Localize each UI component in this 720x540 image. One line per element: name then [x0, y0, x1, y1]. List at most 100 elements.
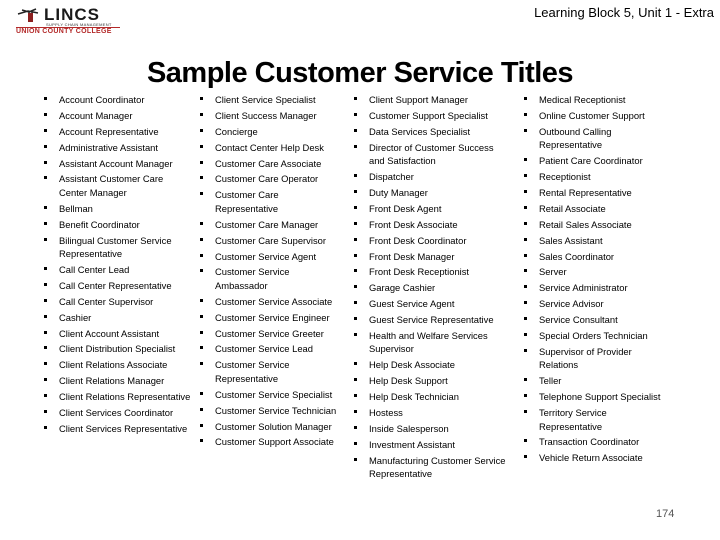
bullet-icon: [200, 407, 203, 411]
bullet-icon: [524, 410, 527, 414]
job-title: Online Customer Support: [539, 109, 645, 121]
list-item: Bellman: [42, 202, 192, 216]
job-title: Transaction Coordinator: [539, 436, 640, 448]
job-title: Server: [539, 266, 567, 278]
bullet-icon: [44, 160, 47, 164]
job-title: Front Desk Associate: [369, 218, 458, 230]
list-item: Customer Service Associate: [198, 295, 343, 309]
list-item: Customer Care Manager: [198, 218, 343, 232]
list-item: Help Desk Technician: [352, 390, 507, 404]
job-title: Customer Service Technician: [215, 404, 337, 416]
title-column-3: Client Support Manager Customer Support S…: [352, 93, 507, 483]
job-title: Service Advisor: [539, 298, 604, 310]
job-title: Special Orders Technician: [539, 329, 648, 341]
list-item: Investment Assistant: [352, 438, 507, 452]
page-number: 174: [656, 508, 675, 520]
bullet-icon: [200, 269, 203, 273]
job-title: Customer Solution Manager: [215, 420, 332, 432]
bullet-icon: [524, 205, 527, 209]
list-item: Special Orders Technician: [522, 329, 662, 343]
job-title: Director of Customer Success and Satisfa…: [369, 141, 494, 167]
job-title: Customer Service Representative: [215, 359, 290, 384]
bullet-icon: [200, 144, 203, 148]
job-title: Guest Service Agent: [369, 298, 455, 310]
job-title: Client Service Specialist: [215, 94, 316, 105]
bullet-icon: [524, 221, 527, 225]
bullet-icon: [44, 378, 47, 382]
bullet-icon: [44, 205, 47, 209]
list-item: Customer Service Greeter: [198, 327, 343, 341]
bullet-icon: [44, 425, 47, 429]
list-item: Call Center Supervisor: [42, 295, 192, 309]
job-title: Client Services Representative: [59, 422, 188, 434]
job-title: Contact Center Help Desk: [215, 141, 324, 153]
list-item: Cashier: [42, 311, 192, 325]
job-title: Client Distribution Specialist: [59, 343, 176, 355]
bullet-icon: [524, 253, 527, 257]
bullet-icon: [354, 378, 357, 382]
job-title: Client Support Manager: [369, 94, 469, 105]
list-item: Outbound Calling Representative: [522, 125, 662, 152]
list-item: Front Desk Associate: [352, 218, 507, 232]
bullet-icon: [524, 97, 527, 100]
job-title: Call Center Representative: [59, 279, 172, 291]
bullet-icon: [524, 269, 527, 273]
job-title: Retail Sales Associate: [539, 218, 632, 230]
job-title: Customer Care Associate: [215, 157, 322, 169]
job-title: Telephone Support Specialist: [539, 391, 661, 403]
bullet-icon: [524, 189, 527, 193]
bullet-icon: [354, 441, 357, 445]
bullet-icon: [44, 330, 47, 334]
list-item: Account Manager: [42, 109, 192, 123]
job-title: Client Services Coordinator: [59, 407, 174, 419]
bullet-icon: [354, 144, 357, 148]
job-title: Account Manager: [59, 109, 133, 121]
list-item: Territory Service Representative: [522, 406, 662, 433]
bullet-icon: [44, 282, 47, 286]
job-title: Data Services Specialist: [369, 125, 471, 137]
bullet-icon: [524, 128, 527, 132]
bullet-icon: [524, 394, 527, 398]
list-item: Client Account Assistant: [42, 327, 192, 341]
list-item: Front Desk Agent: [352, 202, 507, 216]
list-item: Hostess: [352, 406, 507, 420]
job-title: Customer Service Ambassador: [215, 266, 290, 291]
bullet-icon: [524, 285, 527, 289]
job-title: Customer Service Specialist: [215, 388, 333, 400]
bullet-icon: [354, 425, 357, 429]
bullet-icon: [524, 455, 527, 459]
list-item: Customer Care Supervisor: [198, 234, 343, 248]
job-title: Sales Coordinator: [539, 250, 615, 262]
list-item: Customer Support Associate: [198, 435, 343, 449]
bullet-icon: [354, 362, 357, 366]
bullet-icon: [524, 158, 527, 162]
list-item: Dispatcher: [352, 170, 507, 184]
bullet-icon: [524, 439, 527, 443]
bullet-icon: [354, 174, 357, 178]
job-title: Territory Service Representative: [539, 407, 607, 432]
list-item: Guest Service Representative: [352, 313, 507, 327]
list-item: Receptionist: [522, 170, 662, 184]
job-title: Service Administrator: [539, 282, 628, 294]
bullet-icon: [354, 317, 357, 321]
list-item: Customer Service Representative: [198, 358, 343, 385]
bullet-icon: [354, 332, 357, 336]
list-item: Online Customer Support: [522, 109, 662, 123]
list-item: Vehicle Return Associate: [522, 451, 662, 465]
list-item: Front Desk Coordinator: [352, 234, 507, 248]
list-item: Customer Service Agent: [198, 250, 343, 264]
job-title: Supervisor of Provider Relations: [539, 345, 632, 371]
bullet-icon: [354, 410, 357, 414]
bullet-icon: [524, 301, 527, 305]
job-title: Front Desk Manager: [369, 250, 455, 262]
list-item: Duty Manager: [352, 186, 507, 200]
job-title: Assistant Customer Care Center Manager: [59, 173, 164, 198]
bullet-icon: [200, 298, 203, 302]
page-title: Sample Customer Service Titles: [146, 57, 574, 90]
job-title: Patient Care Coordinator: [539, 155, 643, 167]
bullet-icon: [354, 301, 357, 305]
bullet-icon: [354, 128, 357, 132]
job-title: Service Consultant: [539, 314, 618, 326]
bullet-icon: [524, 112, 527, 116]
list-item: Director of Customer Success and Satisfa…: [352, 141, 507, 168]
